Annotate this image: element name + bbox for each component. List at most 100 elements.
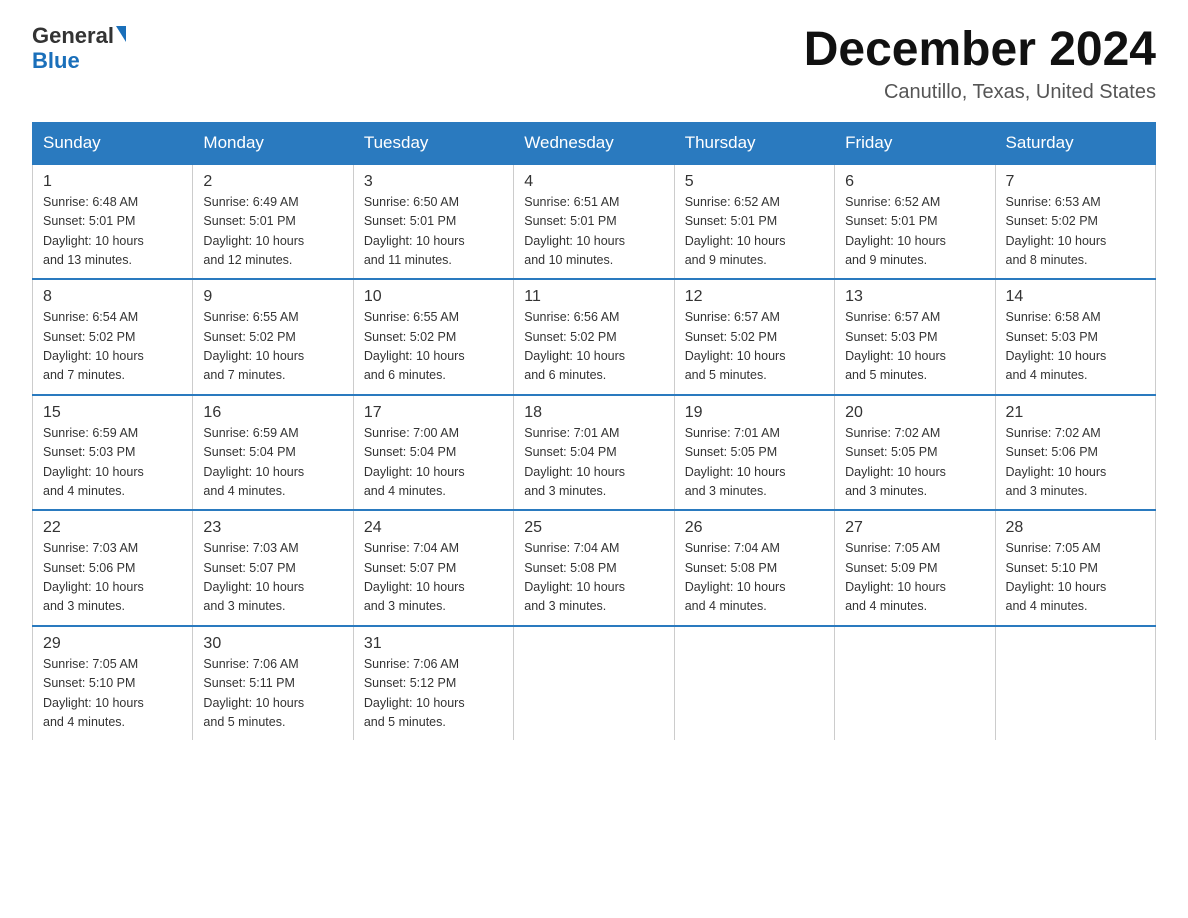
calendar-day-17: 17Sunrise: 7:00 AMSunset: 5:04 PMDayligh… [353, 395, 513, 511]
calendar-day-16: 16Sunrise: 6:59 AMSunset: 5:04 PMDayligh… [193, 395, 353, 511]
calendar-header-wednesday: Wednesday [514, 122, 674, 164]
sunrise-line: Sunrise: 6:51 AM [524, 195, 619, 209]
day-number: 22 [43, 519, 182, 537]
daylight-line1: Daylight: 10 hours [43, 465, 144, 479]
day-info: Sunrise: 6:59 AMSunset: 5:04 PMDaylight:… [203, 424, 342, 502]
calendar-header-friday: Friday [835, 122, 995, 164]
daylight-line1: Daylight: 10 hours [364, 349, 465, 363]
day-info: Sunrise: 6:59 AMSunset: 5:03 PMDaylight:… [43, 424, 182, 502]
calendar-day-21: 21Sunrise: 7:02 AMSunset: 5:06 PMDayligh… [995, 395, 1155, 511]
daylight-line2: and 3 minutes. [685, 484, 767, 498]
sunset-line: Sunset: 5:09 PM [845, 561, 937, 575]
calendar-day-22: 22 Sunrise: 7:03 AMSunset: 5:06 PMDayligh… [33, 510, 193, 626]
calendar-day-11: 11Sunrise: 6:56 AMSunset: 5:02 PMDayligh… [514, 279, 674, 395]
sunrise-line: Sunrise: 6:55 AM [203, 310, 298, 324]
day-info: Sunrise: 6:51 AMSunset: 5:01 PMDaylight:… [524, 193, 663, 271]
sunset-line: Sunset: 5:05 PM [845, 445, 937, 459]
page-subtitle: Canutillo, Texas, United States [804, 81, 1156, 104]
day-number: 17 [364, 404, 503, 422]
daylight-line2: and 6 minutes. [524, 368, 606, 382]
daylight-line1: Daylight: 10 hours [685, 580, 786, 594]
sunrise-line: Sunrise: 7:04 AM [685, 541, 780, 555]
sunrise-line: Sunrise: 6:52 AM [845, 195, 940, 209]
daylight-line2: and 6 minutes. [364, 368, 446, 382]
daylight-line1: Daylight: 10 hours [203, 349, 304, 363]
daylight-line2: and 3 minutes. [524, 484, 606, 498]
sunset-line: Sunset: 5:08 PM [524, 561, 616, 575]
calendar-day-20: 20Sunrise: 7:02 AMSunset: 5:05 PMDayligh… [835, 395, 995, 511]
daylight-line2: and 5 minutes. [685, 368, 767, 382]
sunrise-line: Sunrise: 6:58 AM [1006, 310, 1101, 324]
day-number: 29 [43, 635, 182, 653]
day-info: Sunrise: 6:52 AMSunset: 5:01 PMDaylight:… [845, 193, 984, 271]
day-info: Sunrise: 7:02 AMSunset: 5:05 PMDaylight:… [845, 424, 984, 502]
daylight-line2: and 11 minutes. [364, 253, 452, 267]
sunset-line: Sunset: 5:06 PM [1006, 445, 1098, 459]
sunset-line: Sunset: 5:01 PM [685, 214, 777, 228]
sunset-line: Sunset: 5:04 PM [203, 445, 295, 459]
day-number: 14 [1006, 288, 1145, 306]
calendar-week-row-2: 8Sunrise: 6:54 AMSunset: 5:02 PMDaylight… [33, 279, 1156, 395]
day-info: Sunrise: 6:55 AMSunset: 5:02 PMDaylight:… [364, 308, 503, 386]
sunrise-line: Sunrise: 6:53 AM [1006, 195, 1101, 209]
day-info: Sunrise: 6:56 AMSunset: 5:02 PMDaylight:… [524, 308, 663, 386]
daylight-line2: and 8 minutes. [1006, 253, 1088, 267]
day-number: 30 [203, 635, 342, 653]
sunrise-line: Sunrise: 6:59 AM [203, 426, 298, 440]
calendar-day-2: 2Sunrise: 6:49 AMSunset: 5:01 PMDaylight… [193, 164, 353, 280]
logo-blue: Blue [32, 48, 80, 74]
sunrise-line: Sunrise: 6:48 AM [43, 195, 138, 209]
daylight-line1: Daylight: 10 hours [43, 696, 144, 710]
day-info: Sunrise: 7:04 AM Sunset: 5:08 PM Daylight:… [685, 539, 824, 617]
daylight-line1: Daylight: 10 hours [1006, 465, 1107, 479]
day-info: Sunrise: 6:48 AMSunset: 5:01 PMDaylight:… [43, 193, 182, 271]
day-info: Sunrise: 6:57 AMSunset: 5:03 PMDaylight:… [845, 308, 984, 386]
calendar-day-29: 29Sunrise: 7:05 AMSunset: 5:10 PMDayligh… [33, 626, 193, 741]
daylight-line2: and 4 minutes. [1006, 599, 1088, 613]
daylight-line2: and 7 minutes. [43, 368, 125, 382]
logo-general: General [32, 24, 114, 48]
sunset-line: Sunset: 5:08 PM [685, 561, 777, 575]
day-number: 15 [43, 404, 182, 422]
day-info: Sunrise: 6:57 AMSunset: 5:02 PMDaylight:… [685, 308, 824, 386]
daylight-line2: and 4 minutes. [43, 484, 125, 498]
page-title: December 2024 [804, 24, 1156, 77]
sunset-line: Sunset: 5:02 PM [203, 330, 295, 344]
sunrise-line: Sunrise: 7:00 AM [364, 426, 459, 440]
calendar-day-10: 10Sunrise: 6:55 AMSunset: 5:02 PMDayligh… [353, 279, 513, 395]
sunset-line: Sunset: 5:04 PM [364, 445, 456, 459]
day-number: 1 [43, 173, 182, 191]
calendar-day-14: 14Sunrise: 6:58 AMSunset: 5:03 PMDayligh… [995, 279, 1155, 395]
day-info: Sunrise: 7:03 AMSunset: 5:06 PMDaylight:… [43, 539, 182, 617]
sunrise-line: Sunrise: 7:01 AM [524, 426, 619, 440]
daylight-line1: Daylight: 10 hours [1006, 234, 1107, 248]
sunset-line: Sunset: 5:05 PM [685, 445, 777, 459]
day-number: 28 [1006, 519, 1145, 537]
daylight-line1: Daylight: 10 hours [364, 234, 465, 248]
day-number: 9 [203, 288, 342, 306]
calendar-day-25: 25Sunrise: 7:04 AMSunset: 5:08 PMDayligh… [514, 510, 674, 626]
daylight-line2: and 10 minutes. [524, 253, 613, 267]
calendar-header-row: SundayMondayTuesdayWednesdayThursdayFrid… [33, 122, 1156, 164]
day-info: Sunrise: 6:50 AMSunset: 5:01 PMDaylight:… [364, 193, 503, 271]
daylight-line2: and 4 minutes. [845, 599, 927, 613]
sunset-line: Sunset: 5:01 PM [203, 214, 295, 228]
daylight-line1: Daylight: 10 hours [43, 234, 144, 248]
daylight-line2: and 7 minutes. [203, 368, 285, 382]
daylight-line2: and 9 minutes. [685, 253, 767, 267]
calendar-day-12: 12Sunrise: 6:57 AMSunset: 5:02 PMDayligh… [674, 279, 834, 395]
calendar-week-row-1: 1Sunrise: 6:48 AMSunset: 5:01 PMDaylight… [33, 164, 1156, 280]
sunset-line: Sunset: 5:02 PM [524, 330, 616, 344]
sunset-line: Sunset: 5:10 PM [43, 676, 135, 690]
calendar-day-6: 6Sunrise: 6:52 AMSunset: 5:01 PMDaylight… [835, 164, 995, 280]
day-info: Sunrise: 7:06 AMSunset: 5:12 PMDaylight:… [364, 655, 503, 733]
sunset-line: Sunset: 5:12 PM [364, 676, 456, 690]
calendar-header-tuesday: Tuesday [353, 122, 513, 164]
sunset-line: Sunset: 5:01 PM [845, 214, 937, 228]
calendar-day-27: 27Sunrise: 7:05 AMSunset: 5:09 PMDayligh… [835, 510, 995, 626]
daylight-line2: and 13 minutes. [43, 253, 132, 267]
daylight-line2: and 3 minutes. [203, 599, 285, 613]
day-info: Sunrise: 6:49 AMSunset: 5:01 PMDaylight:… [203, 193, 342, 271]
logo: General Blue [32, 24, 126, 74]
calendar-empty-cell [514, 626, 674, 741]
